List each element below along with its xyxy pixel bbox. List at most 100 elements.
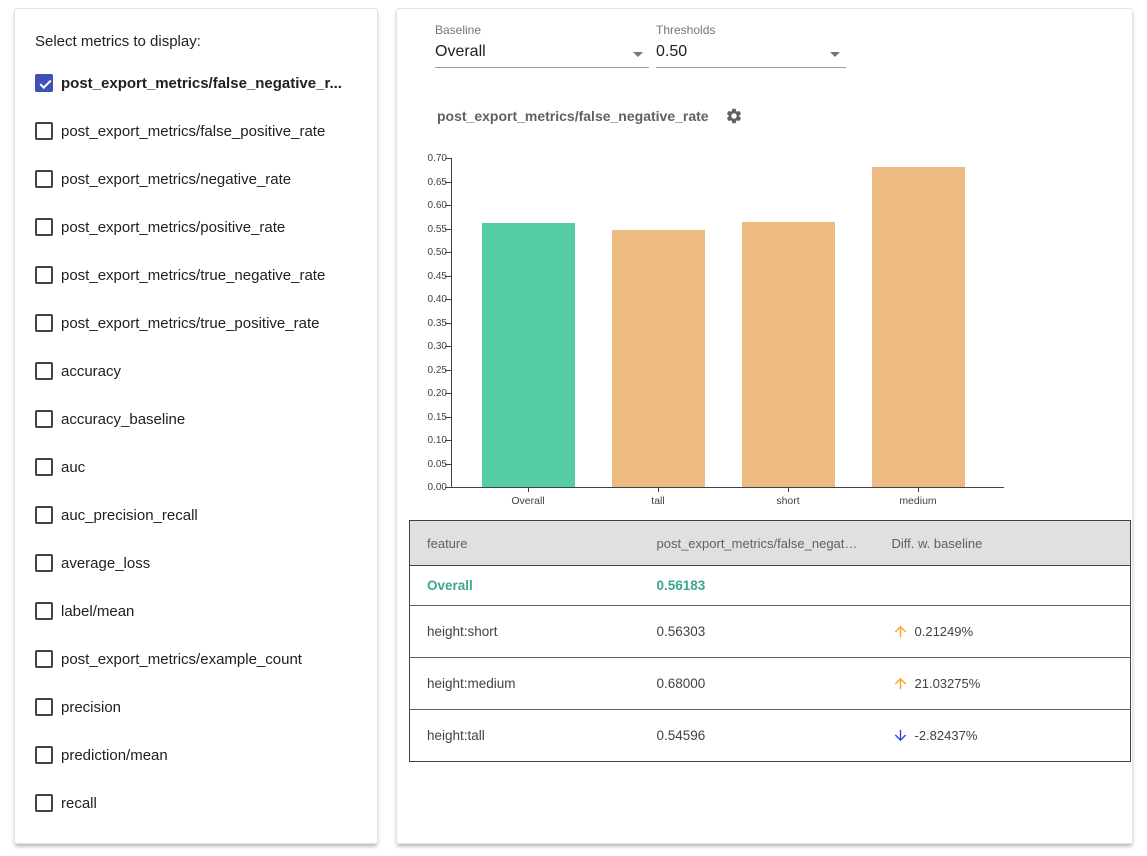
diff-indicator: 0.21249% [892,623,1115,640]
chart-header: post_export_metrics/false_negative_rate [437,107,743,125]
thresholds-select-value: 0.50 [656,43,846,61]
metric-checkbox[interactable] [35,554,53,572]
metric-list-item[interactable]: auc_precision_recall [35,491,367,539]
gear-icon[interactable] [725,107,743,125]
chevron-down-icon [830,52,840,57]
chart-bar-medium[interactable] [872,167,965,487]
x-tick-label: Overall [478,495,578,507]
metric-list-item[interactable]: average_loss [35,539,367,587]
chart-bar-short[interactable] [742,222,835,487]
up-arrow-icon [892,623,909,640]
chart-bar-overall[interactable] [482,223,575,487]
metric-label: post_export_metrics/false_positive_rate [61,123,325,140]
metric-checkbox[interactable] [35,602,53,620]
y-tick-label: 0.45 [417,271,447,282]
metric-list-item[interactable]: post_export_metrics/true_positive_rate [35,299,367,347]
metric-list-item[interactable]: accuracy_baseline [35,395,367,443]
y-tick-label: 0.25 [417,365,447,376]
metric-value-cell: 0.56183 [641,566,876,606]
metric-checkbox[interactable] [35,746,53,764]
metric-list-item[interactable]: auc [35,443,367,491]
metric-label: label/mean [61,603,134,620]
y-tick-label: 0.20 [417,388,447,399]
y-tick-label: 0.10 [417,435,447,446]
metric-list-item[interactable]: precision [35,683,367,731]
chevron-down-icon [633,52,643,57]
baseline-select[interactable]: Baseline Overall [435,22,649,68]
metric-list-item[interactable]: post_export_metrics/true_negative_rate [35,251,367,299]
metric-checkbox[interactable] [35,458,53,476]
x-tick-label: short [738,495,838,507]
diff-cell: 0.21249% [876,606,1131,658]
metric-label: prediction/mean [61,747,168,764]
metric-checkbox[interactable] [35,794,53,812]
metric-value-cell: 0.56303 [641,606,876,658]
metric-list-item[interactable]: post_export_metrics/negative_rate [35,155,367,203]
y-tick-label: 0.05 [417,459,447,470]
x-tick-mark [788,487,789,492]
metric-label: post_export_metrics/example_count [61,651,302,668]
diff-cell: 21.03275% [876,658,1131,710]
diff-cell: -2.82437% [876,710,1131,762]
metric-list-item[interactable]: post_export_metrics/false_negative_r... [35,59,367,107]
metric-value-cell: 0.68000 [641,658,876,710]
metric-list-item[interactable]: accuracy [35,347,367,395]
diff-indicator: 21.03275% [892,675,1115,692]
y-tick-label: 0.70 [417,153,447,164]
bar-chart: 0.000.050.100.150.200.250.300.350.400.45… [417,149,1037,517]
metric-label: accuracy_baseline [61,411,185,428]
metric-checkbox[interactable] [35,170,53,188]
thresholds-select[interactable]: Thresholds 0.50 [656,22,846,68]
x-tick-mark [528,487,529,492]
thresholds-select-label: Thresholds [656,22,846,37]
x-axis [451,487,1004,488]
metric-label: accuracy [61,363,121,380]
diff-percentage: 21.03275% [915,676,981,691]
y-tick-label: 0.35 [417,318,447,329]
y-tick-label: 0.50 [417,247,447,258]
feature-cell: Overall [410,566,641,606]
baseline-select-label: Baseline [435,22,649,37]
metric-label: recall [61,795,97,812]
x-tick-label: medium [868,495,968,507]
table-row: height:short0.56303 0.21249% [410,606,1131,658]
metric-checkbox[interactable] [35,650,53,668]
diff-indicator: -2.82437% [892,727,1115,744]
table-header-row: feature post_export_metrics/false_negati… [410,521,1131,566]
metric-checkbox[interactable] [35,122,53,140]
x-tick-label: tall [608,495,708,507]
metric-label: post_export_metrics/positive_rate [61,219,285,236]
metric-checkbox[interactable] [35,362,53,380]
metric-label: auc_precision_recall [61,507,198,524]
metric-label: average_loss [61,555,150,572]
metric-checkbox[interactable] [35,266,53,284]
metric-label: post_export_metrics/true_positive_rate [61,315,319,332]
metrics-list: post_export_metrics/false_negative_r...p… [35,59,367,827]
metric-list-item[interactable]: post_export_metrics/false_positive_rate [35,107,367,155]
metric-list-item[interactable]: post_export_metrics/positive_rate [35,203,367,251]
metric-checkbox[interactable] [35,698,53,716]
table-row: height:tall0.54596-2.82437% [410,710,1131,762]
chart-bar-tall[interactable] [612,230,705,487]
metric-list-item[interactable]: post_export_metrics/example_count [35,635,367,683]
metric-list-item[interactable]: prediction/mean [35,731,367,779]
metric-checkbox[interactable] [35,410,53,428]
metric-checkbox[interactable] [35,506,53,524]
metric-list-item[interactable]: recall [35,779,367,827]
y-tick-label: 0.30 [417,341,447,352]
metric-checkbox[interactable] [35,218,53,236]
metric-list-item[interactable]: label/mean [35,587,367,635]
metric-checkbox[interactable] [35,74,53,92]
feature-cell: height:short [410,606,641,658]
fairness-panel: Baseline Overall Thresholds 0.50 post_ex… [396,8,1133,844]
x-tick-mark [658,487,659,492]
feature-cell: height:tall [410,710,641,762]
col-header-feature: feature [410,521,641,566]
metric-picker-panel: Select metrics to display: post_export_m… [14,8,378,844]
up-arrow-icon [892,675,909,692]
y-tick-label: 0.15 [417,412,447,423]
down-arrow-icon [892,727,909,744]
y-axis [451,158,452,487]
metric-checkbox[interactable] [35,314,53,332]
metric-label: post_export_metrics/false_negative_r... [61,75,342,92]
